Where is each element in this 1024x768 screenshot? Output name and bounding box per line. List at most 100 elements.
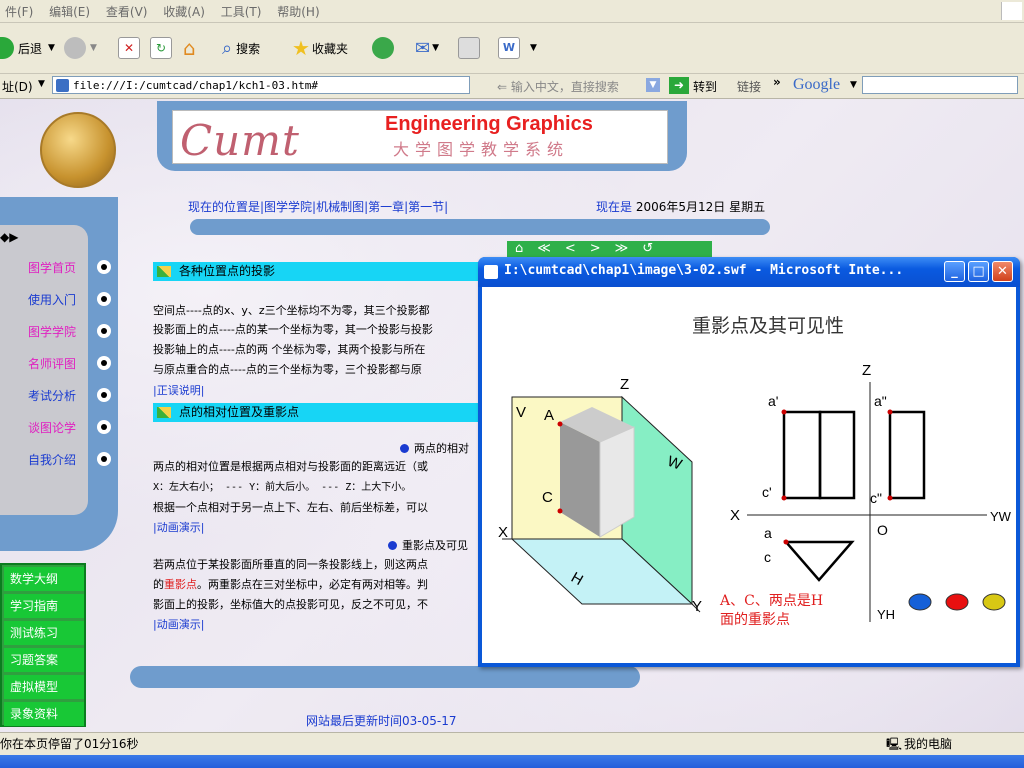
axis-label: X [730,507,740,524]
nav-bullet-icon [97,388,111,402]
subheading: 两点的相对 [400,441,469,457]
links-button[interactable]: 链接 [737,78,761,95]
nav-item-getting-started[interactable]: 使用入门 [0,291,76,308]
prism-right-face [599,426,635,538]
university-emblem-logo [40,112,116,188]
refresh-button[interactable]: ↻ [150,35,172,61]
breadcrumb[interactable]: 现在的位置是|图学学院|机械制图|第一章|第一节| [188,198,448,215]
page-nav-arrows[interactable]: ⌂≪<>≫↺ [507,241,712,257]
google-search-input[interactable] [862,76,1018,94]
mail-button[interactable]: ✉ ▼ [415,35,439,61]
nav-bullet-icon [97,260,111,274]
minimize-button[interactable]: _ [944,261,965,282]
nav-bullet-icon [97,420,111,434]
favorites-button[interactable]: ★ 收藏夹 [292,35,348,61]
home-button[interactable]: ⌂ [183,35,196,61]
section-heading: 点的相对位置及重影点 [153,403,483,422]
chevron-down-icon: ▼ [48,43,55,53]
divider-bar [190,219,770,235]
course-menu-item[interactable]: 虚拟模型 [4,675,84,699]
point-label: c [764,549,771,565]
nav-item-exam-analysis[interactable]: 考试分析 [0,387,76,404]
section-icon [157,407,171,418]
chevron-down-icon[interactable]: ▼ [850,80,857,90]
address-url: file:///I:/cumtcad/chap1/kch1-03.htm# [73,79,319,92]
nav-item-home[interactable]: 图学首页 [0,259,76,276]
paragraph: X：左大右小； --- Y：前大后小。 --- Z：上大下小。 [153,482,412,493]
address-bar: 址(D) ▼ file:///I:/cumtcad/chap1/kch1-03.… [0,74,1024,99]
blue-dot-button [908,593,932,611]
windows-logo-icon [1001,2,1022,20]
course-menu-item[interactable]: 测试练习 [4,621,84,645]
subheading: 重影点及可见 [388,538,468,554]
course-menu-item[interactable]: 习题答案 [4,648,84,672]
point-label: a [764,525,772,541]
menu-bar: 件(F) 编辑(E) 查看(V) 收藏(A) 工具(T) 帮助(H) [0,0,1024,23]
popup-title-bar[interactable]: I:\cumtcad\chap1\image\3-02.swf - Micros… [478,257,1020,287]
top-view [783,540,855,582]
address-input[interactable]: file:///I:/cumtcad/chap1/kch1-03.htm# [52,76,470,94]
address-label: 址(D) [2,80,33,94]
point-a-dprime [887,409,893,415]
links-chevron-icon[interactable]: » [773,75,781,89]
close-button[interactable]: ✕ [992,261,1013,282]
nav-item-college[interactable]: 图学学院 [0,323,76,340]
paragraph: 投影面上的点----点的某一个坐标为零，其一个投影与投影 [153,323,433,336]
chevron-down-icon[interactable]: ▼ [646,78,660,92]
section-heading: 各种位置点的投影 [153,262,483,281]
animation-link[interactable]: |动画演示| [153,520,204,536]
course-menu-item[interactable]: 录象资料 [4,702,84,726]
stop-icon: ✕ [118,37,140,59]
axis-label: X [498,524,508,541]
menu-help[interactable]: 帮助(H) [272,0,326,20]
forward-button[interactable]: ▼ [64,35,97,61]
menu-tools[interactable]: 工具(T) [216,0,269,20]
favorites-label: 收藏夹 [311,41,348,56]
edit-button[interactable]: W ▼ [498,35,537,61]
menu-favorites[interactable]: 收藏(A) [158,0,212,20]
status-text: 你在本页停留了01分16秒 [0,737,139,751]
axis-label: V [516,404,526,421]
history-button[interactable] [372,35,394,61]
axis-label: O [877,522,888,538]
menu-file[interactable]: 件(F) [0,0,40,20]
point-a-prime [781,409,787,415]
back-button[interactable]: 后退 ▼ [0,35,55,61]
flash-popup-window[interactable]: I:\cumtcad\chap1\image\3-02.swf - Micros… [478,257,1020,667]
computer-icon: 🖳 [886,737,903,751]
status-bar: 你在本页停留了01分16秒 🖳 我的电脑 [0,732,1024,755]
red-dot-button [945,593,969,611]
search-hint[interactable]: ⇐ 输入中文，直接搜索 [497,78,619,95]
paragraph: 若两点位于某投影面所垂直的同一条投影线上，则这两点 [153,558,428,571]
taskbar [0,755,1024,768]
menu-view[interactable]: 查看(V) [101,0,155,20]
menu-edit[interactable]: 编辑(E) [44,0,97,20]
history-icon [372,37,394,59]
course-menu-item[interactable]: 学习指南 [4,594,84,618]
footer-bar [130,666,640,688]
search-label: 搜索 [236,41,261,56]
animation-link[interactable]: |动画演示| [153,617,204,633]
nav-item-about[interactable]: 自我介绍 [0,451,76,468]
print-button[interactable] [458,35,480,61]
section-icon [157,266,171,277]
system-title-chinese: 大学图学教学系统 [393,140,570,159]
nav-item-teacher-review[interactable]: 名师评图 [0,355,76,372]
paragraph: 投影轴上的点----点的两 个坐标为零，其两个投影与所在 [153,343,426,356]
star-icon: ★ [292,36,310,60]
axis-label: YH [877,607,895,622]
maximize-button[interactable]: □ [968,261,989,282]
course-menu-item[interactable]: 数学大纲 [4,567,84,591]
stop-button[interactable]: ✕ [118,35,140,61]
google-toolbar-logo[interactable]: Google [793,76,840,94]
search-icon: ⌕ [222,37,233,59]
explanation-link[interactable]: |正误说明| [153,383,204,399]
word-icon: W [498,37,520,59]
point-label: a" [874,393,887,409]
back-arrow-icon [0,37,14,59]
nav-item-discussion[interactable]: 谈图论学 [0,419,76,436]
go-button[interactable]: 转到 [693,78,717,95]
paragraph: 的重影点。两重影点在三对坐标中，必定有两对相等。判 [153,578,428,591]
popup-title: I:\cumtcad\chap1\image\3-02.swf - Micros… [504,263,904,278]
search-button[interactable]: ⌕ 搜索 [222,35,260,61]
